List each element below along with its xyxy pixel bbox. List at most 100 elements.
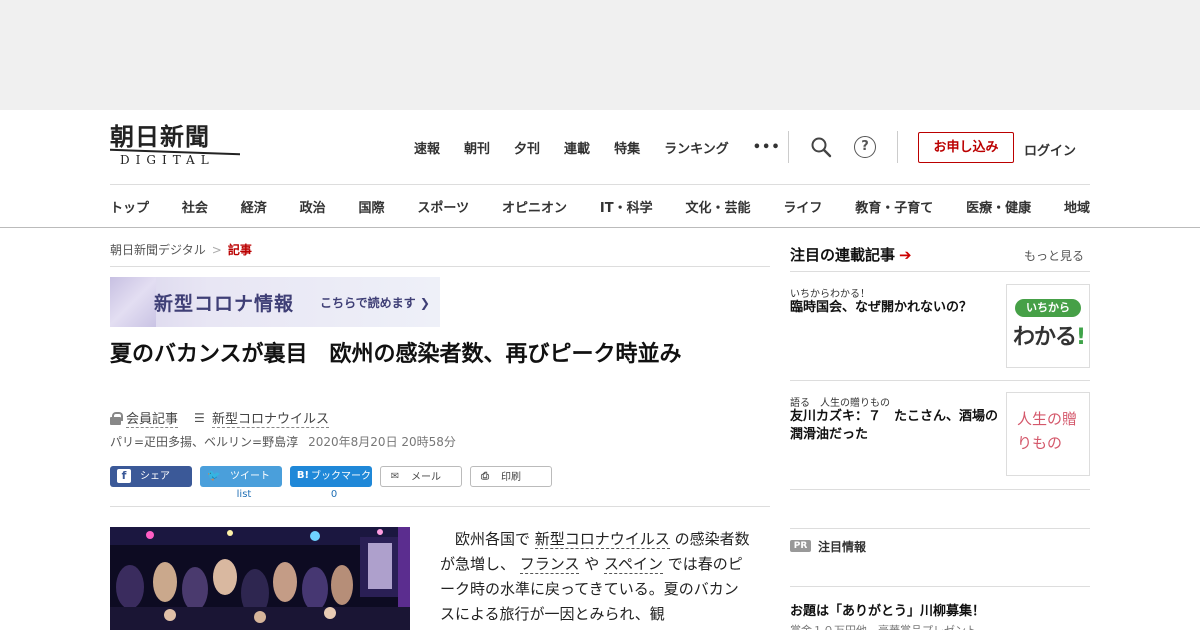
sidebar-item-headline[interactable]: 友川カズキ：７ たこさん、酒場の潤滑油だった	[790, 408, 1000, 444]
divider	[788, 131, 789, 163]
print-button[interactable]: ⎙ 印刷	[470, 466, 552, 487]
body-link-coronavirus[interactable]: 新型コロナウイルス	[534, 530, 670, 549]
cat-life[interactable]: ライフ	[783, 197, 822, 216]
hatena-bookmark-label: ブックマーク	[311, 471, 371, 482]
cat-sports[interactable]: スポーツ	[417, 197, 469, 216]
topnav-item-series[interactable]: 連載	[564, 138, 590, 157]
pr-subtext: 賞金１０万円他 豪華賞品プレゼント	[790, 622, 977, 630]
search-icon[interactable]	[810, 136, 832, 158]
hatena-bookmark-button[interactable]: B! ブックマーク	[290, 466, 372, 487]
article-date: 2020年8月20日 20時58分	[308, 435, 456, 449]
sidebar-item-thumbnail[interactable]: 人生の贈りもの	[1006, 392, 1090, 476]
breadcrumb: 朝日新聞デジタル > 記事	[110, 241, 252, 258]
divider	[790, 489, 1090, 490]
divider	[790, 528, 1090, 529]
twitter-icon: 🐦	[207, 469, 221, 482]
topnav-item-evening[interactable]: 夕刊	[514, 138, 540, 157]
site-header: 朝日新聞 DIGITAL 速報 朝刊 夕刊 連載 特集 ランキング ••• ? …	[0, 110, 1200, 228]
cat-economy[interactable]: 経済	[241, 197, 267, 216]
facebook-share-button[interactable]: f シェア	[110, 466, 192, 487]
article-headline: 夏のバカンスが裏目 欧州の感染者数、再びピーク時並み	[110, 342, 682, 367]
top-nav: 速報 朝刊 夕刊 連載 特集 ランキング •••	[414, 138, 805, 157]
help-icon[interactable]: ?	[854, 136, 876, 158]
header-divider	[110, 184, 1090, 185]
cat-politics[interactable]: 政治	[300, 197, 326, 216]
subscribe-button[interactable]: お申し込み	[918, 132, 1014, 163]
breadcrumb-separator: >	[211, 243, 222, 257]
login-link[interactable]: ログイン	[1024, 140, 1076, 159]
site-logo[interactable]: 朝日新聞 DIGITAL	[110, 123, 242, 171]
breadcrumb-home[interactable]: 朝日新聞デジタル	[110, 243, 206, 257]
exclamation-mark: !	[1076, 325, 1086, 350]
topnav-item-features[interactable]: 特集	[614, 138, 640, 157]
mail-share-label: メール	[411, 472, 441, 483]
topic-link[interactable]: 新型コロナウイルス	[212, 408, 330, 428]
thumbnail-badge: いちから	[1015, 299, 1081, 317]
topnav-item-ranking[interactable]: ランキング	[664, 138, 729, 157]
body-link-france[interactable]: フランス	[519, 555, 580, 574]
more-menu-icon[interactable]: •••	[753, 140, 781, 155]
category-nav: トップ 社会 経済 政治 国際 スポーツ オピニオン IT・科学 文化・芸能 ラ…	[110, 197, 1090, 216]
cat-health[interactable]: 医療・健康	[966, 197, 1031, 216]
hatena-count[interactable]: 0	[293, 489, 375, 500]
facebook-icon: f	[117, 469, 131, 483]
cat-society[interactable]: 社会	[182, 197, 208, 216]
print-icon: ⎙	[481, 471, 489, 482]
logo-text: 朝日新聞	[110, 122, 210, 151]
corona-info-banner[interactable]: 新型コロナ情報 こちらで読めます ❯	[110, 277, 440, 327]
pr-headline[interactable]: お題は「ありがとう」川柳募集！	[790, 600, 985, 619]
article-photo[interactable]	[110, 527, 410, 630]
byline-authors: パリ=疋田多揚、ベルリン=野島淳	[110, 435, 299, 449]
body-text-3: や	[579, 555, 605, 573]
banner-decoration	[110, 277, 156, 327]
sidebar-item-headline[interactable]: 臨時国会、なぜ開かれないの？	[790, 299, 1000, 317]
cat-culture[interactable]: 文化・芸能	[685, 197, 750, 216]
breadcrumb-current: 記事	[227, 243, 252, 257]
pr-section-label: 注目情報	[818, 540, 867, 554]
banner-title: 新型コロナ情報	[154, 293, 295, 315]
body-text-1: 欧州各国で	[455, 530, 535, 548]
cat-it-science[interactable]: IT・科学	[600, 197, 653, 216]
thumbnail-title-text: わかる	[1013, 325, 1077, 350]
ad-banner-area	[0, 0, 1200, 110]
cat-region[interactable]: 地域	[1064, 197, 1090, 216]
logo-subtext: DIGITAL	[120, 153, 215, 167]
article-body: 欧州各国で 新型コロナウイルス の感染者数が急増し、 フランス や スペイン で…	[440, 527, 752, 627]
pr-badge: PR	[790, 540, 811, 552]
sidebar-more-link[interactable]: もっと見る	[1024, 247, 1084, 264]
print-label: 印刷	[501, 472, 521, 483]
member-article-label[interactable]: 会員記事	[126, 408, 179, 428]
banner-link: こちらで読めます ❯	[320, 296, 430, 310]
arrow-right-icon: ➔	[899, 246, 912, 264]
sidebar-item-category: いちからわかる！	[790, 289, 870, 300]
twitter-count[interactable]: list	[203, 489, 285, 500]
thumbnail-title: 人生の贈りもの	[1017, 410, 1078, 452]
hatena-icon: B!	[296, 470, 310, 481]
article-meta: 会員記事 ☰ 新型コロナウイルス	[110, 408, 330, 428]
cat-opinion[interactable]: オピニオン	[502, 197, 567, 216]
cat-international[interactable]: 国際	[359, 197, 385, 216]
divider	[110, 266, 770, 267]
nightclub-crowd-image	[110, 527, 410, 630]
mail-icon: ✉	[390, 471, 400, 482]
facebook-share-label: シェア	[140, 471, 170, 482]
sidebar-title[interactable]: 注目の連載記事 ➔	[790, 244, 912, 265]
sidebar-item-thumbnail[interactable]: いちから わかる!	[1006, 284, 1090, 368]
article-byline: パリ=疋田多揚、ベルリン=野島淳 2020年8月20日 20時58分	[110, 433, 456, 450]
topnav-item-breaking[interactable]: 速報	[414, 138, 440, 157]
divider	[790, 380, 1090, 381]
cat-top[interactable]: トップ	[110, 197, 149, 216]
divider	[110, 506, 770, 507]
divider	[790, 271, 1090, 272]
divider	[790, 586, 1090, 587]
topnav-item-morning[interactable]: 朝刊	[464, 138, 490, 157]
list-icon: ☰	[194, 411, 205, 425]
sidebar-title-text: 注目の連載記事	[790, 246, 896, 264]
lock-icon	[110, 411, 123, 425]
body-link-spain[interactable]: スペイン	[604, 555, 663, 574]
cat-education[interactable]: 教育・子育て	[855, 197, 933, 216]
twitter-share-label: ツイート	[230, 471, 270, 482]
mail-share-button[interactable]: ✉ メール	[380, 466, 462, 487]
thumbnail-title: わかる!	[1013, 319, 1086, 351]
twitter-share-button[interactable]: 🐦 ツイート	[200, 466, 282, 487]
